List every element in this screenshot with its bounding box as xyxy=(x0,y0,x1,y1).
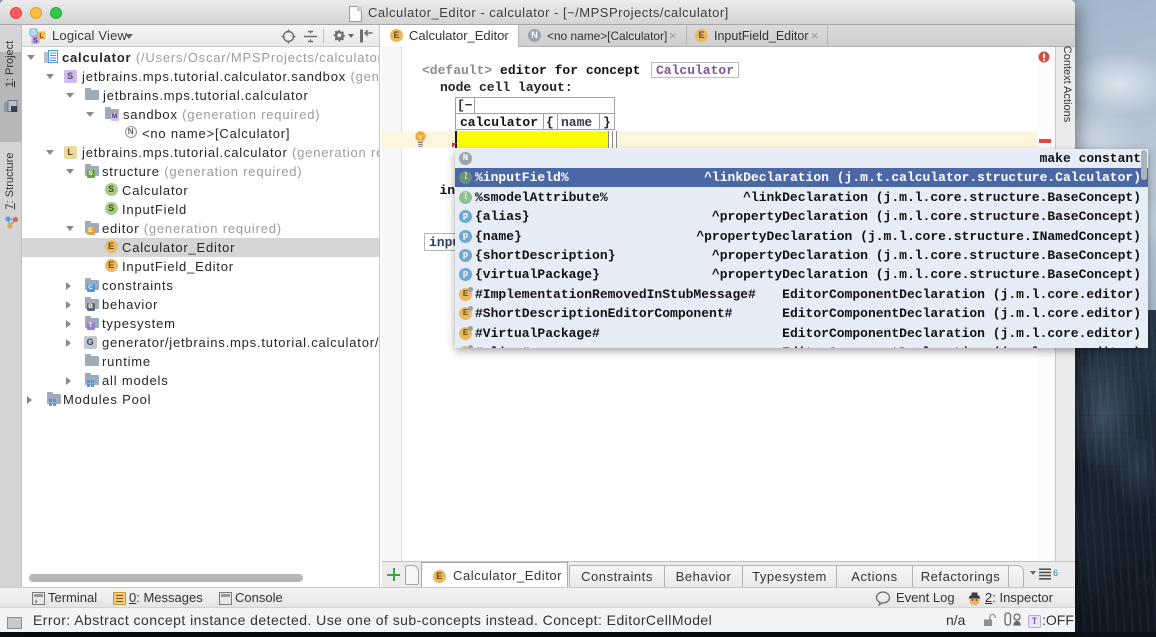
svg-text:S: S xyxy=(33,38,38,45)
svg-text:D: D xyxy=(31,30,36,37)
svg-text:L: L xyxy=(39,33,44,40)
